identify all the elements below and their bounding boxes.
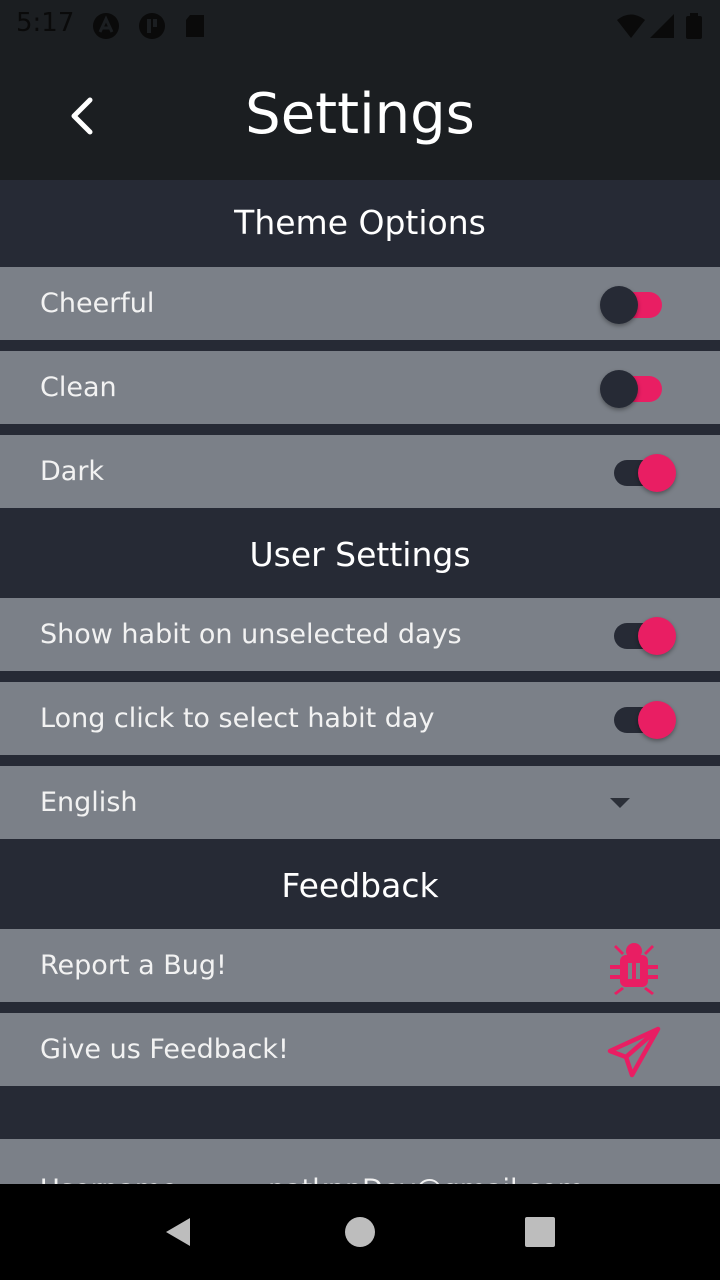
- status-time: 5:17: [16, 8, 75, 38]
- theme-option-cheerful[interactable]: Cheerful: [0, 267, 720, 340]
- theme-option-dark[interactable]: Dark: [0, 435, 720, 508]
- long-click-toggle[interactable]: [608, 701, 676, 739]
- settings-list[interactable]: Theme Options Cheerful Clean Dark User S…: [0, 180, 720, 1184]
- account-username-row: Username: patkppDev@gmail.com: [0, 1139, 720, 1184]
- show-habit-toggle[interactable]: [608, 617, 676, 655]
- triangle-back-icon: [166, 1218, 190, 1246]
- report-bug-item[interactable]: Report a Bug!: [0, 929, 720, 1002]
- show-habit-unselected-days[interactable]: Show habit on unselected days: [0, 598, 720, 671]
- theme-option-label: Dark: [40, 456, 105, 487]
- theme-option-label: Cheerful: [40, 288, 155, 319]
- page-title: Settings: [245, 82, 475, 147]
- dropdown-arrow-icon: [610, 798, 630, 808]
- username-label: Username:: [40, 1153, 187, 1184]
- long-click-select-day[interactable]: Long click to select habit day: [0, 682, 720, 755]
- section-header-user: User Settings: [249, 535, 471, 574]
- give-feedback-item[interactable]: Give us Feedback!: [0, 1013, 720, 1086]
- paper-plane-icon: [607, 1026, 661, 1078]
- setting-label: Show habit on unselected days: [40, 619, 462, 650]
- clean-toggle[interactable]: [600, 370, 674, 408]
- battery-icon: [686, 13, 702, 39]
- bug-icon: [610, 943, 658, 995]
- feedback-label: Give us Feedback!: [40, 1034, 289, 1065]
- section-header-feedback: Feedback: [281, 866, 439, 905]
- section-header-theme: Theme Options: [234, 203, 486, 242]
- wifi-icon: [617, 14, 645, 38]
- nav-back-button[interactable]: [162, 1216, 194, 1248]
- nav-home-button[interactable]: [344, 1216, 376, 1248]
- status-bar: 5:17: [0, 0, 720, 50]
- signal-icon: [650, 14, 674, 38]
- theme-option-clean[interactable]: Clean: [0, 351, 720, 424]
- square-recents-icon: [525, 1217, 555, 1247]
- app-bar: Settings: [0, 50, 720, 180]
- language-selected: English: [40, 787, 138, 818]
- sd-card-icon: [186, 15, 204, 37]
- cheerful-toggle[interactable]: [600, 286, 674, 324]
- language-dropdown[interactable]: English: [0, 766, 720, 839]
- a-icon: [93, 13, 119, 39]
- username-value: patkppDev@gmail.com: [268, 1153, 584, 1184]
- feedback-label: Report a Bug!: [40, 950, 227, 981]
- p-icon: [139, 13, 165, 39]
- dark-toggle[interactable]: [608, 454, 676, 492]
- theme-option-label: Clean: [40, 372, 117, 403]
- setting-label: Long click to select habit day: [40, 703, 435, 734]
- nav-recents-button[interactable]: [524, 1216, 556, 1248]
- system-nav-bar: [0, 1184, 720, 1280]
- circle-home-icon: [345, 1217, 375, 1247]
